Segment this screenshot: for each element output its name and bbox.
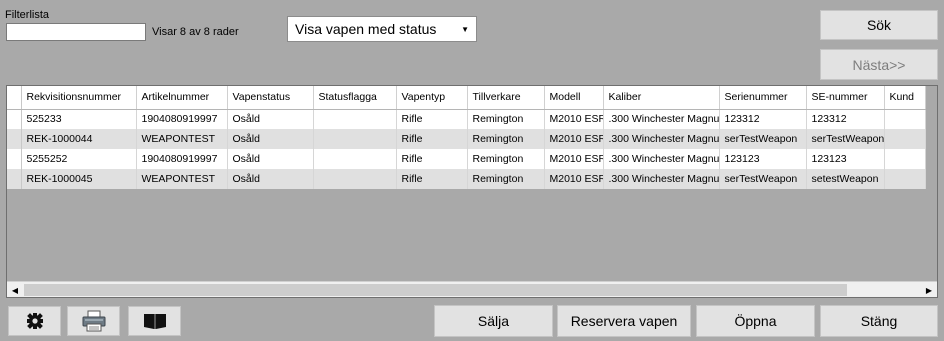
table-cell[interactable]: WEAPONTEST	[136, 169, 228, 189]
column-header[interactable]: Kund	[884, 86, 926, 110]
row-selector[interactable]	[7, 109, 22, 129]
scrollbar-thumb[interactable]	[24, 284, 847, 296]
table-row[interactable]: 525233 1904080919997 Osåld Rifle Remington M2…	[7, 109, 926, 129]
table-cell[interactable]	[884, 129, 926, 149]
table-cell[interactable]: .300 Winchester Magnum	[603, 109, 720, 129]
weapons-table: Rekvisitionsnummer Artikelnummer Vapenstat…	[7, 86, 926, 189]
table-cell[interactable]: Rifle	[396, 169, 468, 189]
scroll-left-icon[interactable]: ◀	[7, 282, 23, 298]
gear-icon	[26, 313, 43, 329]
table-row[interactable]: 5255252 1904080919997 Osåld Rifle Remington M…	[7, 149, 926, 169]
table-cell[interactable]: REK-1000045	[21, 169, 137, 189]
row-selector[interactable]	[7, 169, 22, 189]
horizontal-scrollbar[interactable]: ◀ ▶	[7, 281, 937, 297]
help-button[interactable]	[128, 306, 181, 336]
column-header[interactable]: Modell	[544, 86, 604, 110]
table-cell[interactable]: 5255252	[21, 149, 137, 169]
next-button[interactable]: Nästa>>	[820, 49, 938, 80]
print-button[interactable]	[67, 306, 120, 336]
printer-icon	[82, 310, 105, 332]
sell-button[interactable]: Sälja	[434, 305, 553, 337]
status-select-value: Visa vapen med status	[295, 21, 437, 37]
table-cell[interactable]: Osåld	[227, 129, 314, 149]
table-cell[interactable]: .300 Winchester Magnum	[603, 169, 720, 189]
table-cell[interactable]: .300 Winchester Magnum	[603, 149, 720, 169]
filter-input[interactable]	[6, 23, 146, 41]
scroll-right-icon[interactable]: ▶	[921, 282, 937, 298]
table-cell[interactable]: serTestWeapon	[806, 129, 885, 149]
table-cell[interactable]: REK-1000044	[21, 129, 137, 149]
column-header[interactable]: Vapenstatus	[227, 86, 314, 110]
table-cell[interactable]: Osåld	[227, 169, 314, 189]
table-cell[interactable]: 123123	[719, 149, 807, 169]
column-header[interactable]: Statusflagga	[313, 86, 397, 110]
table-cell[interactable]	[884, 109, 926, 129]
reserve-weapon-button[interactable]: Reservera vapen	[557, 305, 691, 337]
table-row[interactable]: REK-1000044 WEAPONTEST Osåld Rifle Remington…	[7, 129, 926, 149]
table-cell[interactable]: WEAPONTEST	[136, 129, 228, 149]
row-selector-header	[7, 86, 22, 110]
row-selector[interactable]	[7, 129, 22, 149]
table-cell[interactable]: 1904080919997	[136, 149, 228, 169]
column-header[interactable]: Serienummer	[719, 86, 807, 110]
table-cell[interactable]	[313, 149, 397, 169]
book-icon	[143, 314, 166, 329]
column-header[interactable]: Kaliber	[603, 86, 720, 110]
table-cell[interactable]: 525233	[21, 109, 137, 129]
column-header[interactable]: SE-nummer	[806, 86, 885, 110]
table-cell[interactable]: Rifle	[396, 149, 468, 169]
settings-button[interactable]	[8, 306, 61, 336]
table-cell[interactable]: 123123	[806, 149, 885, 169]
table-cell[interactable]: setestWeapon	[806, 169, 885, 189]
table-cell[interactable]: serTestWeapon	[719, 129, 807, 149]
table-cell[interactable]: Remington	[467, 109, 545, 129]
table-cell[interactable]: 123312	[806, 109, 885, 129]
close-button[interactable]: Stäng	[820, 305, 938, 337]
table-cell[interactable]: .300 Winchester Magnum	[603, 129, 720, 149]
column-header[interactable]: Vapentyp	[396, 86, 468, 110]
dropdown-arrow-icon[interactable]: ▼	[461, 25, 469, 34]
rows-count-text: Visar 8 av 8 rader	[152, 26, 239, 38]
weapons-grid: Rekvisitionsnummer Artikelnummer Vapenstat…	[6, 85, 938, 298]
table-cell[interactable]	[313, 169, 397, 189]
table-cell[interactable]: Osåld	[227, 149, 314, 169]
column-header[interactable]: Rekvisitionsnummer	[21, 86, 137, 110]
table-cell[interactable]: M2010 ESR	[544, 149, 604, 169]
table-cell[interactable]: Remington	[467, 129, 545, 149]
table-cell[interactable]	[884, 169, 926, 189]
table-cell[interactable]: 1904080919997	[136, 109, 228, 129]
open-button[interactable]: Öppna	[696, 305, 815, 337]
table-cell[interactable]: Remington	[467, 149, 545, 169]
table-cell[interactable]: M2010 ESR	[544, 109, 604, 129]
filter-label: Filterlista	[5, 9, 50, 21]
table-row[interactable]: REK-1000045 WEAPONTEST Osåld Rifle Remington…	[7, 169, 926, 189]
table-cell[interactable]	[884, 149, 926, 169]
table-cell[interactable]	[313, 109, 397, 129]
table-cell[interactable]: M2010 ESR	[544, 129, 604, 149]
table-cell[interactable]: Rifle	[396, 109, 468, 129]
table-cell[interactable]: serTestWeapon	[719, 169, 807, 189]
search-button[interactable]: Sök	[820, 10, 938, 40]
table-body: 525233 1904080919997 Osåld Rifle Remington M2…	[7, 109, 926, 189]
table-cell[interactable]: M2010 ESR	[544, 169, 604, 189]
table-cell[interactable]: Rifle	[396, 129, 468, 149]
table-cell[interactable]: 123312	[719, 109, 807, 129]
table-header-row: Rekvisitionsnummer Artikelnummer Vapenstat…	[7, 86, 926, 110]
column-header[interactable]: Tillverkare	[467, 86, 545, 110]
status-select[interactable]: Visa vapen med status ▼	[287, 16, 477, 42]
row-selector[interactable]	[7, 149, 22, 169]
table-cell[interactable]: Osåld	[227, 109, 314, 129]
table-cell[interactable]	[313, 129, 397, 149]
column-header[interactable]: Artikelnummer	[136, 86, 228, 110]
table-cell[interactable]: Remington	[467, 169, 545, 189]
